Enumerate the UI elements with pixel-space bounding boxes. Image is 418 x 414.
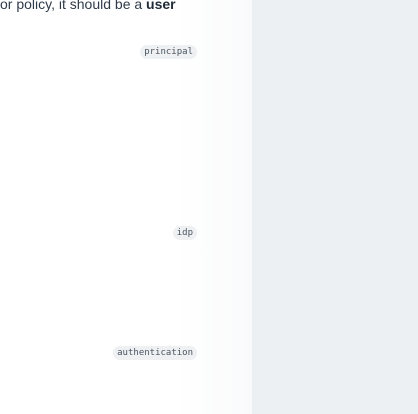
main-content-panel: or policy, it should be a user principal… <box>0 0 252 414</box>
idp-code-tag: idp <box>172 226 197 240</box>
principal-tag-row: principal <box>140 41 197 59</box>
authentication-tag-row: authentication <box>113 342 197 360</box>
authentication-code-tag: authentication <box>113 346 197 360</box>
idp-tag-row: idp <box>172 222 197 240</box>
intro-text-bold: user <box>146 0 176 12</box>
side-panel <box>252 0 418 414</box>
intro-paragraph: or policy, it should be a user <box>0 0 252 14</box>
page: or policy, it should be a user principal… <box>0 0 418 414</box>
intro-text-prefix: or policy, it should be a <box>0 0 147 12</box>
principal-code-tag: principal <box>140 45 197 59</box>
